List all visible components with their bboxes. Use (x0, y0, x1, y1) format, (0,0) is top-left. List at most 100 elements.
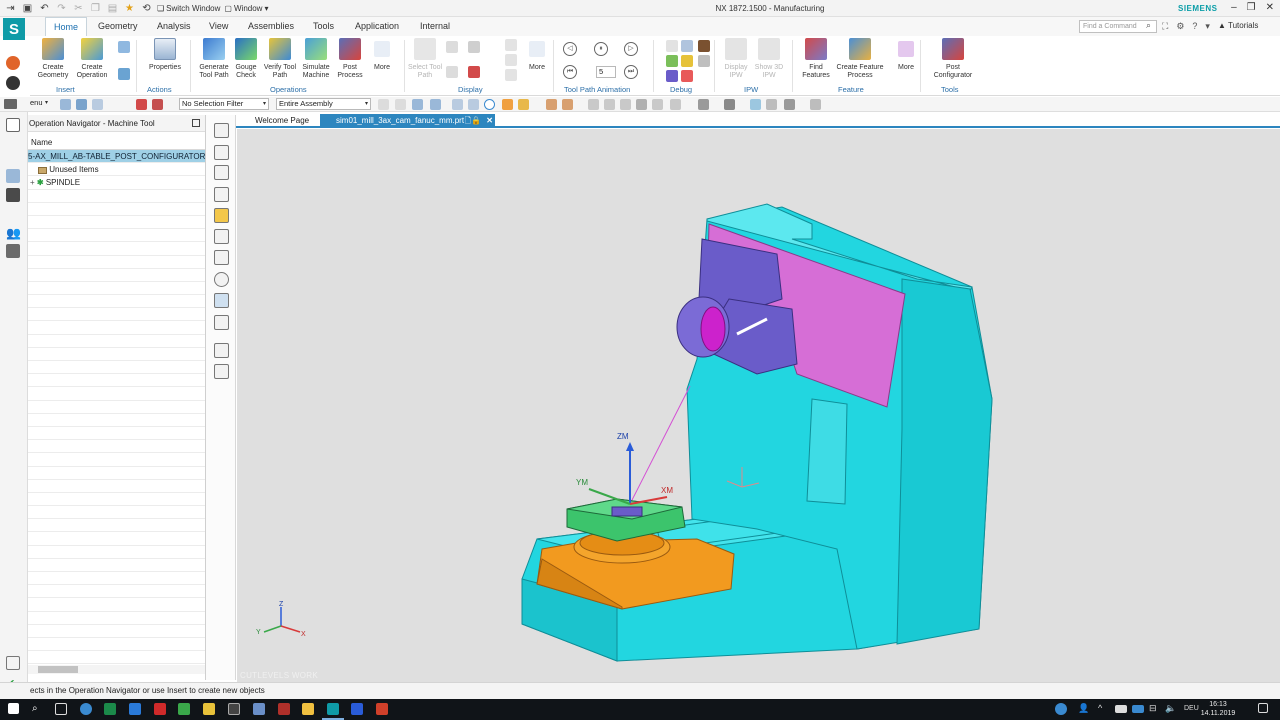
display-more-button[interactable]: More (520, 38, 554, 72)
help-tray-icon[interactable] (1055, 703, 1067, 715)
close-tab-icon[interactable]: ✕ (486, 114, 493, 127)
filter-icon[interactable] (412, 99, 423, 110)
chat-icon[interactable] (6, 244, 20, 258)
step-forward-icon[interactable]: ⏭ (624, 65, 638, 79)
view-icon[interactable] (604, 99, 615, 110)
pause-icon[interactable]: ⏸ (594, 42, 608, 56)
list-item[interactable]: Unused Items (28, 163, 205, 177)
snap-icon[interactable] (562, 99, 573, 110)
gear-icon[interactable]: ⚙ (1176, 21, 1184, 32)
tutorials-button[interactable]: ▲ Tutorials (1218, 21, 1258, 30)
display-option-icon[interactable] (446, 41, 458, 53)
search-icon[interactable]: ⌕ (1146, 20, 1151, 31)
record-icon[interactable] (6, 56, 20, 70)
render-style-icon[interactable] (750, 99, 761, 110)
selection-tool-icon[interactable] (60, 99, 71, 110)
snap-icon[interactable] (378, 99, 389, 110)
display-option-icon[interactable] (468, 66, 480, 78)
post-configurator-button[interactable]: Post Configurator (928, 38, 978, 80)
view-icon[interactable] (670, 99, 681, 110)
filter-icon[interactable] (430, 99, 441, 110)
chrome-icon[interactable] (80, 703, 92, 715)
move-icon[interactable] (505, 54, 517, 66)
app-logo[interactable]: S (3, 18, 25, 40)
create-feature-process-button[interactable]: Create Feature Process (834, 38, 886, 80)
vivaldi-icon[interactable] (154, 703, 166, 715)
animation-speed-field[interactable]: 5 (596, 66, 616, 78)
exit-icon[interactable]: ⇥ (4, 2, 17, 15)
file-explorer-icon[interactable] (302, 703, 314, 715)
users-icon[interactable]: 👥 (6, 226, 21, 240)
tab-home[interactable]: Home (45, 17, 88, 36)
tab-geometry[interactable]: Geometry (90, 17, 146, 36)
restore-icon[interactable]: ❐ (1247, 2, 1256, 13)
snap-icon[interactable] (502, 99, 513, 110)
graphics-viewport[interactable]: ZM YM XM Z Y X CUTLEVELS WORK (237, 129, 1280, 682)
find-features-button[interactable]: Find Features (796, 38, 836, 80)
operations-more-button[interactable]: More (363, 38, 401, 72)
tool-icon[interactable] (214, 315, 229, 330)
selection-tool-icon[interactable] (76, 99, 87, 110)
snap-icon[interactable] (546, 99, 557, 110)
close-icon[interactable]: ✕ (1266, 2, 1274, 13)
render-style-icon[interactable] (784, 99, 795, 110)
windows-start-icon[interactable] (8, 703, 19, 714)
view-icon[interactable] (636, 99, 647, 110)
snap-icon[interactable] (518, 99, 529, 110)
selection-tool-icon[interactable] (136, 99, 147, 110)
maximize-icon[interactable] (192, 119, 200, 127)
save-icon[interactable]: ▣ (21, 2, 34, 15)
play-circle-icon[interactable] (214, 272, 229, 287)
create-tool-icon[interactable] (118, 41, 130, 53)
paste-icon[interactable]: ▤ (106, 2, 119, 15)
debug-icon[interactable] (666, 40, 678, 52)
selection-tool-icon[interactable] (152, 99, 163, 110)
shop-doc-icon[interactable] (214, 343, 229, 358)
notifications-icon[interactable] (1258, 703, 1268, 713)
debug-icon[interactable] (681, 40, 693, 52)
properties-button[interactable]: Properties (143, 38, 187, 72)
tab-internal[interactable]: Internal (412, 17, 458, 36)
move-down-icon[interactable] (505, 69, 517, 81)
machine-tool-view-icon[interactable] (214, 145, 229, 160)
repeat-command-icon[interactable]: ⟲ (140, 2, 153, 15)
selection-tool-icon[interactable] (92, 99, 103, 110)
help-icon[interactable]: ? (1192, 21, 1197, 32)
snap-icon[interactable] (395, 99, 406, 110)
favorites-icon[interactable]: ★ (123, 2, 136, 15)
vscode-icon[interactable] (129, 703, 141, 715)
tab-view[interactable]: View (201, 17, 236, 36)
window-menu[interactable]: ▢ Window ▾ (224, 4, 268, 13)
column-header-name[interactable]: Name (28, 135, 205, 150)
copy-icon[interactable]: ❐ (89, 2, 102, 15)
create-geometry-button[interactable]: Create Geometry (33, 38, 73, 80)
chevron-down-icon[interactable]: ▾ (1205, 21, 1210, 32)
app-icon[interactable] (178, 703, 190, 715)
debug-icon[interactable] (666, 70, 678, 82)
render-style-icon[interactable] (810, 99, 821, 110)
debug-icon[interactable] (698, 40, 710, 52)
view-icon[interactable] (588, 99, 599, 110)
redo-icon[interactable]: ↷ (55, 2, 68, 15)
onedrive-icon[interactable] (1132, 705, 1144, 713)
edit-icon[interactable] (214, 250, 229, 265)
volume-icon[interactable]: 🔈 (1165, 703, 1177, 715)
search-icon[interactable]: ⌕ (32, 703, 44, 715)
feature-view-icon[interactable] (214, 208, 229, 223)
report-icon[interactable] (214, 293, 229, 308)
siemens-app-icon[interactable] (104, 703, 116, 715)
network-icon[interactable]: ⊟ (1149, 703, 1161, 715)
tab-application[interactable]: Application (347, 17, 407, 36)
app-icon[interactable] (351, 703, 363, 715)
play-icon[interactable]: ▷ (624, 42, 638, 56)
horizontal-scrollbar[interactable] (28, 665, 205, 674)
view-icon[interactable] (652, 99, 663, 110)
tab-tools[interactable]: Tools (305, 17, 342, 36)
clock[interactable]: 16:13 14.11.2019 (1196, 700, 1240, 718)
cut-icon[interactable]: ✂ (72, 2, 85, 15)
snap-icon[interactable] (452, 99, 463, 110)
selection-filter-dropdown[interactable]: No Selection Filter ▾ (179, 98, 269, 110)
debug-icon[interactable] (666, 55, 678, 67)
create-operation-button[interactable]: Create Operation (72, 38, 112, 80)
debug-icon[interactable] (698, 55, 710, 67)
